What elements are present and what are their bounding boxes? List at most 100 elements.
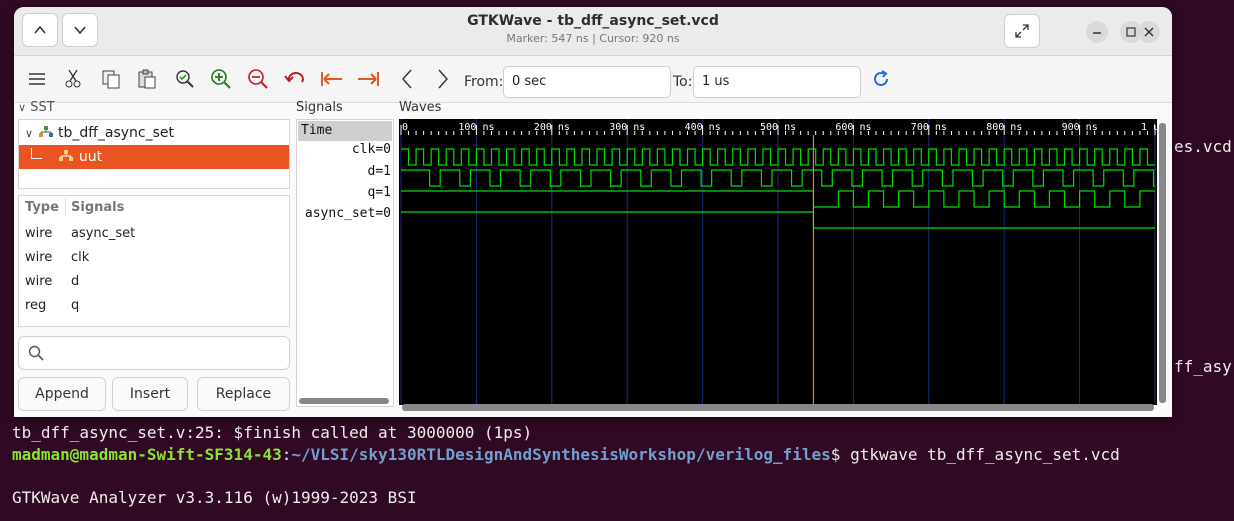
- prompt-sep: :: [281, 445, 292, 464]
- shift-left-button[interactable]: [392, 64, 422, 94]
- module-icon: [59, 150, 74, 161]
- fullscreen-button[interactable]: [1004, 14, 1040, 48]
- zoom-in-icon: [211, 69, 231, 89]
- cut-button[interactable]: [58, 64, 88, 94]
- chevron-down-icon: ∨: [18, 101, 27, 114]
- signal-search-input[interactable]: [18, 336, 290, 370]
- zoom-fit-icon: [176, 70, 194, 88]
- ruler-label: 1 u: [1141, 122, 1157, 133]
- signal-value: 0: [383, 206, 391, 221]
- column-divider: [65, 198, 66, 216]
- copy-icon: [102, 70, 120, 89]
- ruler-label: 700 ns: [911, 122, 947, 133]
- waves-pane[interactable]: 0 100 ns 200 ns 300 ns 400 ns 500 ns 600 ns 700…: [399, 119, 1159, 405]
- signal-value: 1: [383, 164, 391, 179]
- ruler-label: 400 ns: [685, 122, 721, 133]
- ruler-label: 800 ns: [986, 122, 1022, 133]
- copy-button[interactable]: [96, 64, 126, 94]
- terminal-fragment: es.vcd: [1174, 137, 1232, 156]
- paste-button[interactable]: [132, 64, 162, 94]
- window-title: GTKWave - tb_dff_async_set.vcd: [467, 13, 719, 29]
- maximize-icon: [1126, 27, 1136, 37]
- column-header-signals[interactable]: Signals: [71, 200, 124, 215]
- search-icon: [28, 345, 44, 361]
- toolbar: From: 0 sec To: 1 us: [14, 56, 1172, 103]
- signal-name: clk: [351, 142, 376, 157]
- minimize-icon: [1093, 32, 1101, 34]
- signal-value: 0: [383, 142, 391, 157]
- time-row-label: Time: [298, 121, 392, 141]
- prompt-user: madman@madman-Swift-SF314-43: [12, 445, 282, 464]
- to-label: To:: [673, 74, 693, 90]
- signal-name: async_set: [71, 226, 136, 241]
- ruler-label: 200 ns: [534, 122, 570, 133]
- signal-type: wire: [25, 274, 53, 289]
- arrow-to-end-icon: [358, 72, 379, 86]
- replace-button[interactable]: Replace: [197, 377, 290, 411]
- shift-right-button[interactable]: [428, 64, 458, 94]
- zoom-in-button[interactable]: [206, 64, 236, 94]
- signal-row-q[interactable]: q=1: [368, 185, 391, 200]
- ruler-label: 500 ns: [760, 122, 796, 133]
- hamburger-icon: [29, 73, 45, 85]
- zoom-start-button[interactable]: [317, 64, 347, 94]
- clk-waveform: [401, 148, 1155, 166]
- tree-item-tb[interactable]: ∨ tb_dff_async_set: [25, 121, 174, 145]
- undo-icon: [284, 72, 304, 83]
- waves-horizontal-scrollbar[interactable]: [402, 404, 1154, 411]
- hierarchy-tree: ∨ tb_dff_async_set uut: [18, 119, 290, 189]
- ruler-label: 0: [402, 122, 408, 133]
- terminal-analyzer-line: GTKWave Analyzer v3.3.116 (w)1999-2023 B…: [12, 488, 417, 507]
- sst-header[interactable]: ∨ SST: [18, 100, 55, 115]
- signal-name: d: [367, 164, 376, 179]
- signal-name: d: [71, 274, 80, 289]
- ruler-label: 600 ns: [835, 122, 871, 133]
- signal-row-clk[interactable]: clk=0: [352, 142, 391, 157]
- signal-type: reg: [25, 298, 47, 313]
- chevron-right-icon: [438, 69, 448, 89]
- close-icon: [1144, 27, 1154, 37]
- prompt-command: $ gtkwave tb_dff_async_set.vcd: [830, 445, 1120, 464]
- close-button[interactable]: [1138, 21, 1160, 43]
- expander-icon: ∨: [25, 127, 34, 140]
- undo-zoom-button[interactable]: [280, 64, 310, 94]
- signal-row-async-set[interactable]: async_set=0: [305, 206, 391, 221]
- signals-pane: Time clk=0 d=1 q=1 async_set=0: [296, 119, 394, 407]
- paste-icon: [138, 69, 156, 89]
- prompt-path: ~/VLSI/sky130RTLDesignAndSynthesisWorksh…: [291, 445, 831, 464]
- signal-type-table: Type Signals wire async_set wire clk wir…: [18, 195, 290, 327]
- expand-icon: [1015, 24, 1029, 38]
- signal-row-d[interactable]: d=1: [368, 164, 391, 179]
- signal-type: wire: [25, 226, 53, 241]
- signal-name: clk: [71, 250, 90, 265]
- waves-vertical-scrollbar[interactable]: [1159, 123, 1166, 403]
- tree-connector: [31, 148, 42, 159]
- tree-item-uut[interactable]: uut: [19, 145, 289, 169]
- signals-header: Signals: [296, 100, 343, 115]
- ruler-label: 100 ns: [458, 122, 494, 133]
- zoom-fit-button[interactable]: [170, 64, 200, 94]
- reload-button[interactable]: [866, 64, 896, 94]
- sst-header-label: SST: [30, 100, 55, 115]
- minimize-button[interactable]: [1086, 21, 1108, 43]
- signal-name: q: [367, 185, 376, 200]
- to-input[interactable]: 1 us: [693, 66, 861, 98]
- column-header-type[interactable]: Type: [25, 200, 59, 215]
- title-bar[interactable]: GTKWave - tb_dff_async_set.vcd Marker: 5…: [14, 7, 1172, 56]
- zoom-out-icon: [248, 69, 268, 89]
- from-input[interactable]: 0 sec: [503, 66, 671, 98]
- from-label: From:: [464, 74, 504, 90]
- waveform-canvas[interactable]: 0 100 ns 200 ns 300 ns 400 ns 500 ns 600 ns 700…: [399, 119, 1159, 405]
- menu-button[interactable]: [22, 64, 52, 94]
- zoom-out-button[interactable]: [243, 64, 273, 94]
- terminal-fragment: ff_asy: [1174, 357, 1232, 376]
- signal-name: async_set: [304, 206, 376, 221]
- signal-type: wire: [25, 250, 53, 265]
- window-subtitle: Marker: 547 ns | Cursor: 920 ns: [506, 32, 680, 45]
- signals-scrollbar[interactable]: [299, 398, 389, 404]
- zoom-end-button[interactable]: [353, 64, 383, 94]
- insert-button[interactable]: Insert: [112, 377, 188, 411]
- ruler-label: 900 ns: [1062, 122, 1098, 133]
- ruler-label: 300 ns: [609, 122, 645, 133]
- append-button[interactable]: Append: [18, 377, 106, 411]
